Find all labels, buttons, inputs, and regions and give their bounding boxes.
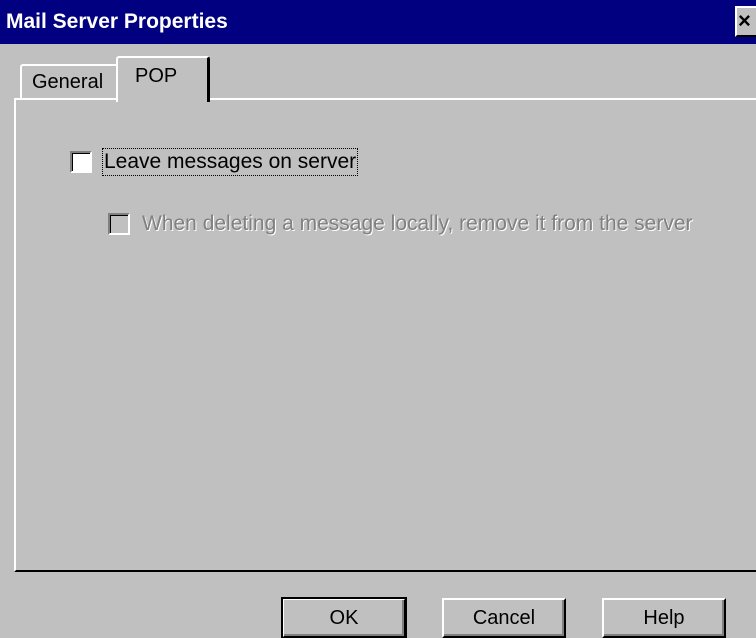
remove-from-server-option: When deleting a message locally, remove … [108,212,693,236]
pop-tab-panel: Leave messages on server When deleting a… [14,98,756,572]
tab-general[interactable]: General [20,64,118,98]
tab-general-label: General [32,71,104,93]
tab-pop-label: POP [135,65,178,87]
leave-messages-label[interactable]: Leave messages on server [101,148,359,176]
tab-pop[interactable]: POP [116,56,210,102]
remove-from-server-checkbox [108,213,130,235]
leave-messages-checkbox[interactable] [70,151,92,173]
window-title: Mail Server Properties [6,10,228,33]
help-button[interactable]: Help [602,598,726,638]
leave-messages-option[interactable]: Leave messages on server [70,148,359,176]
close-icon: × [738,8,751,33]
cancel-button[interactable]: Cancel [442,598,566,638]
ok-button[interactable]: OK [281,597,407,638]
close-button[interactable]: × [735,6,756,37]
title-bar: Mail Server Properties × [0,0,756,44]
remove-from-server-label: When deleting a message locally, remove … [142,212,693,235]
